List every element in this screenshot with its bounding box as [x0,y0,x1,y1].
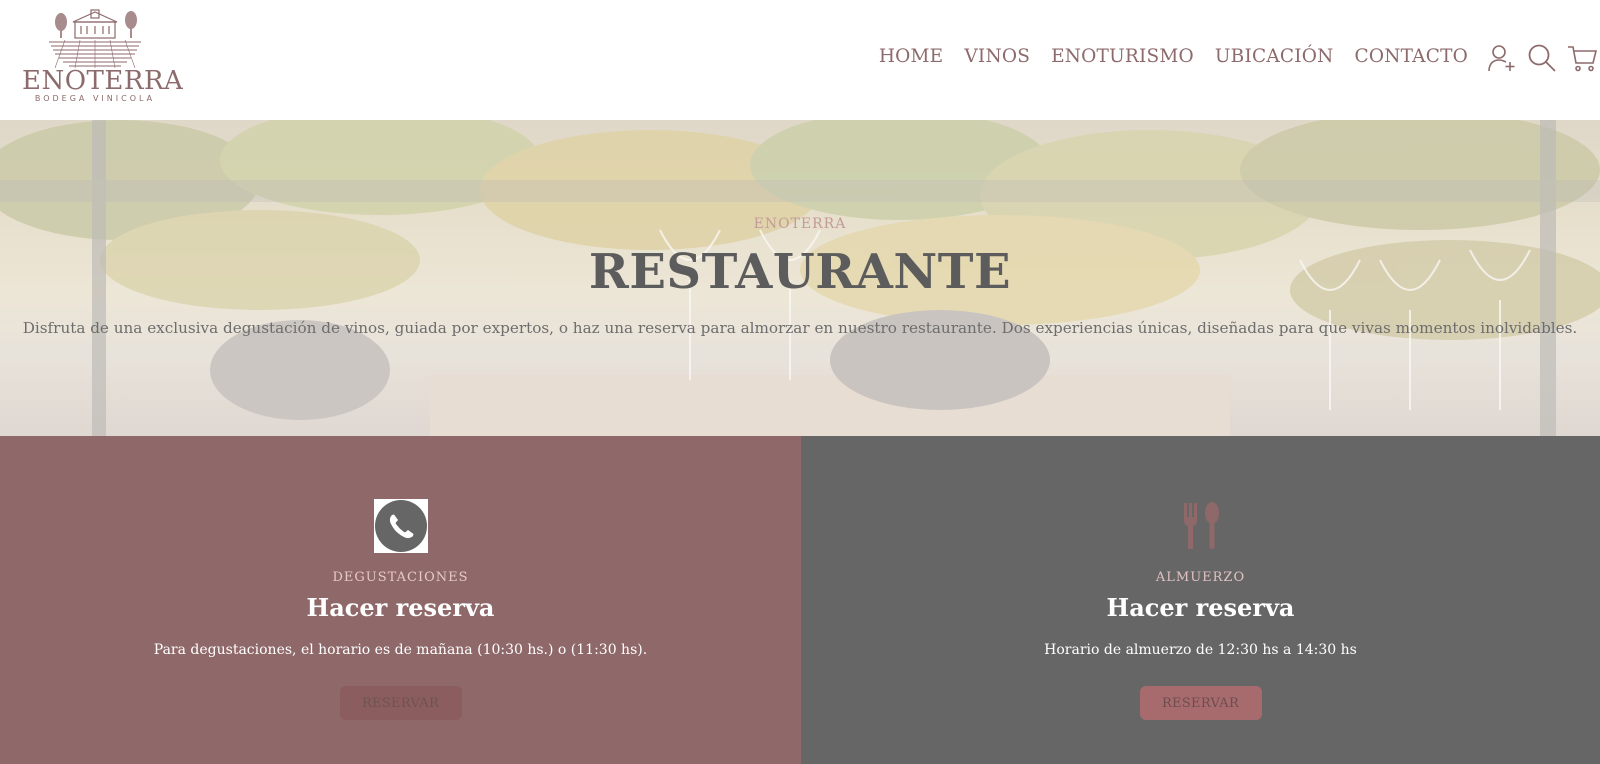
hero-banner: ENOTERRA RESTAURANTE Disfruta de una exc… [0,120,1600,436]
nav-ubicacion[interactable]: UBICACIÓN [1215,46,1334,67]
panel-title: Hacer reserva [306,593,495,622]
logo[interactable]: ENOTERRA BODEGA VINICOLA [22,8,184,112]
nav-enoturismo[interactable]: ENOTURISMO [1051,46,1194,67]
header-actions [1486,42,1598,74]
logo-name: ENOTERRA [22,66,184,96]
site-header: ENOTERRA BODEGA VINICOLA HOME VINOS ENOT… [0,0,1600,120]
nav-vinos[interactable]: VINOS [964,46,1030,67]
panel-eyebrow: DEGUSTACIONES [332,570,469,585]
hero-eyebrow: ENOTERRA [753,216,847,232]
phone-icon [373,499,428,553]
panel-title: Hacer reserva [1106,593,1295,622]
logo-subtitle: BODEGA VINICOLA [34,94,156,103]
reservar-degustacion-button[interactable]: RESERVAR [339,686,462,720]
hero-description: Disfruta de una exclusiva degustación de… [22,319,1578,337]
panel-text: Para degustaciones, el horario es de mañ… [153,642,648,658]
panel-text: Horario de almuerzo de 12:30 hs a 14:30 … [1044,642,1357,658]
panel-eyebrow: ALMUERZO [1155,570,1246,585]
nav-contacto[interactable]: CONTACTO [1355,46,1468,67]
search-icon[interactable] [1526,42,1558,74]
panel-almuerzo: ALMUERZO Hacer reserva Horario de almuer… [801,436,1600,764]
page-title: RESTAURANTE [588,244,1012,300]
reservar-almuerzo-button[interactable]: RESERVAR [1139,686,1262,720]
cart-icon[interactable] [1566,42,1598,74]
hero-content: ENOTERRA RESTAURANTE Disfruta de una exc… [0,120,1600,436]
fork-spoon-icon [1174,499,1228,553]
main-nav: HOME VINOS ENOTURISMO UBICACIÓN CONTACTO [879,46,1468,67]
nav-home[interactable]: HOME [879,46,944,67]
winery-illustration-icon [49,9,141,69]
user-add-icon[interactable] [1486,42,1518,74]
panel-degustaciones: DEGUSTACIONES Hacer reserva Para degusta… [0,436,801,764]
